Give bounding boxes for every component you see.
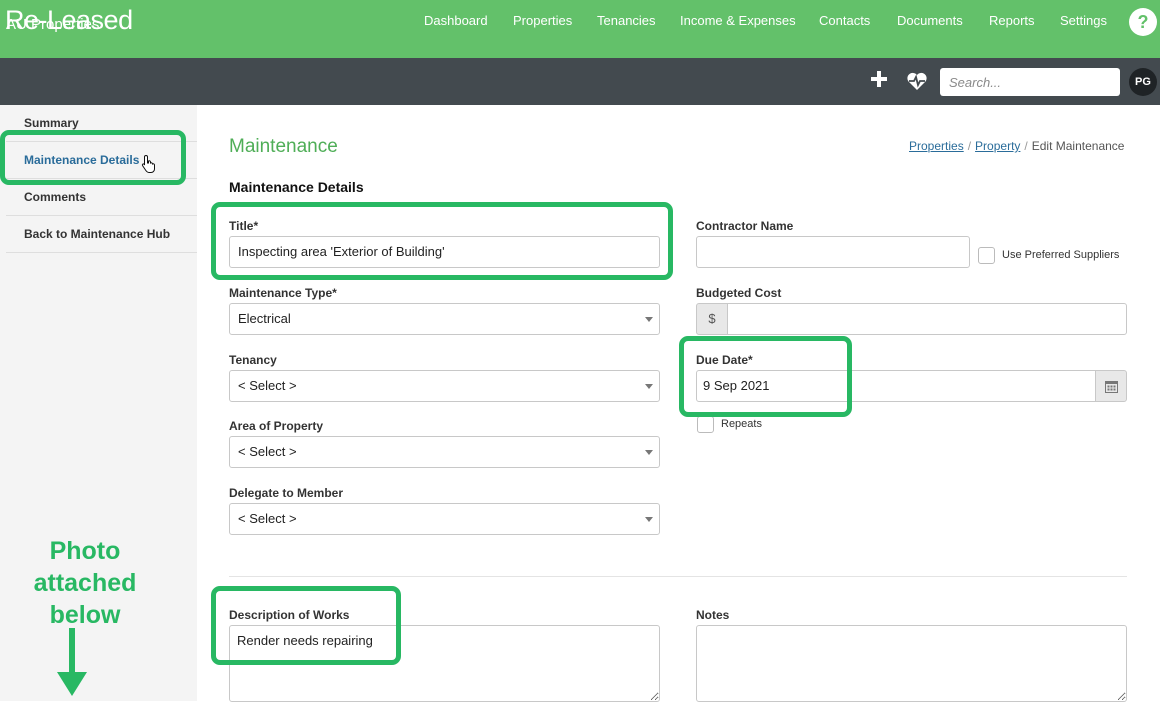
calendar-icon [1105,381,1118,393]
chevron-down-icon [645,384,653,389]
plus-icon[interactable] [870,70,888,88]
hand-cursor-icon [141,154,155,173]
delegate-label: Delegate to Member [229,486,344,500]
nav-contacts[interactable]: Contacts [819,13,870,28]
budgeted-cost-input[interactable] [727,303,1127,335]
heartbeat-icon[interactable] [906,71,928,91]
sidebar-item-comments[interactable]: Comments [6,179,197,216]
breadcrumb-properties-link[interactable]: Properties [909,139,964,153]
title-label: Title* [229,219,259,233]
page-title: Maintenance [229,136,338,157]
section-divider [229,576,1127,577]
contractor-label: Contractor Name [696,219,794,233]
delegate-value: < Select > [238,511,297,526]
tenancy-select[interactable]: < Select > [229,370,660,402]
preferred-suppliers-label: Use Preferred Suppliers [1002,249,1120,261]
notes-textarea[interactable] [696,625,1127,702]
chevron-down-icon [645,450,653,455]
section-title: Maintenance Details [229,179,364,195]
breadcrumb-current: Edit Maintenance [1031,139,1125,153]
preferred-suppliers-checkbox[interactable] [978,247,995,264]
annotation-line: Photo [49,537,121,565]
breadcrumb-separator: / [967,139,972,153]
annotation-line: attached [33,569,137,597]
description-textarea[interactable] [229,625,660,702]
due-date-input[interactable]: 9 Sep 2021 [696,370,1096,402]
repeats-label: Repeats [721,418,762,430]
search-input[interactable] [940,68,1120,96]
nav-income-expenses[interactable]: Income & Expenses [680,13,796,28]
currency-addon: $ [696,303,728,335]
maintenance-type-value: Electrical [238,311,291,326]
nav-tenancies[interactable]: Tenancies [597,13,656,28]
title-input[interactable]: Inspecting area 'Exterior of Building' [229,236,660,268]
breadcrumb: Properties / Property / Edit Maintenance [909,139,1124,153]
area-value: < Select > [238,444,297,459]
budgeted-cost-label: Budgeted Cost [696,286,782,300]
context-title: AU Properties [6,16,100,33]
tenancy-label: Tenancy [229,353,277,367]
calendar-button[interactable] [1095,370,1127,402]
repeats-checkbox[interactable] [697,416,714,433]
nav-dashboard[interactable]: Dashboard [424,13,488,28]
arrow-down-icon [57,628,87,696]
top-navbar [0,0,1160,58]
avatar[interactable]: PG [1129,68,1157,96]
maintenance-type-select[interactable]: Electrical [229,303,660,335]
chevron-down-icon [645,517,653,522]
help-icon[interactable]: ? [1129,8,1157,36]
due-date-label: Due Date* [696,353,753,367]
photo-annotation: Photo attached below [20,535,150,631]
tenancy-value: < Select > [238,378,297,393]
breadcrumb-property-link[interactable]: Property [975,139,1020,153]
sidebar-item-back-to-hub[interactable]: Back to Maintenance Hub [6,216,197,253]
chevron-down-icon [645,317,653,322]
annotation-line: below [49,601,121,629]
maintenance-type-label: Maintenance Type* [229,286,337,300]
area-select[interactable]: < Select > [229,436,660,468]
sidebar-item-maintenance-details[interactable]: Maintenance Details [6,142,197,179]
contractor-input[interactable] [696,236,970,268]
sidebar-item-summary[interactable]: Summary [6,105,197,142]
nav-properties[interactable]: Properties [513,13,572,28]
delegate-select[interactable]: < Select > [229,503,660,535]
notes-label: Notes [696,608,730,622]
description-label: Description of Works [229,608,350,622]
nav-reports[interactable]: Reports [989,13,1035,28]
nav-documents[interactable]: Documents [897,13,963,28]
area-label: Area of Property [229,419,324,433]
nav-settings[interactable]: Settings [1060,13,1107,28]
breadcrumb-separator: / [1024,139,1028,153]
